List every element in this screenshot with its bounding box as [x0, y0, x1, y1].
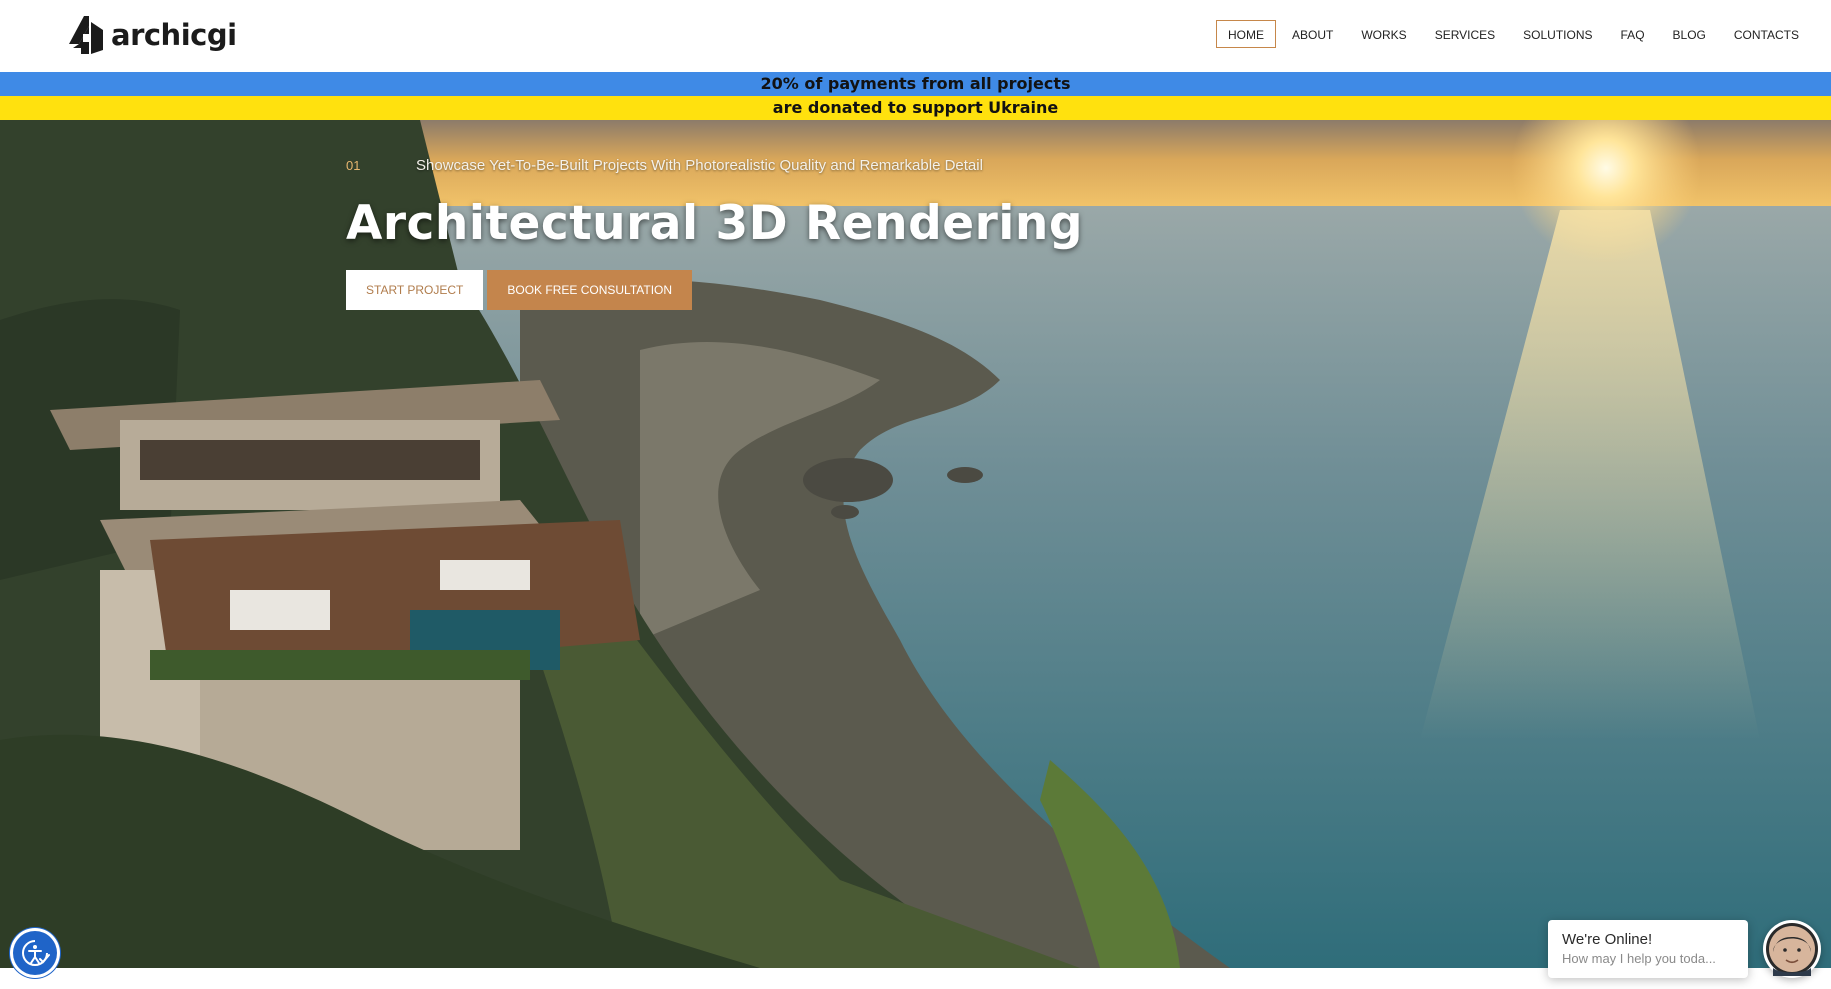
book-consultation-button[interactable]: BOOK FREE CONSULTATION: [487, 270, 693, 310]
start-project-button[interactable]: START PROJECT: [346, 270, 484, 310]
site-header: archicgi HOME ABOUT WORKS SERVICES SOLUT…: [0, 0, 1831, 72]
accessibility-button[interactable]: [13, 931, 57, 975]
ukraine-support-banner[interactable]: 20% of payments from all projects are do…: [0, 72, 1831, 120]
hero-cta-group: START PROJECT BOOK FREE CONSULTATION: [346, 270, 1083, 310]
chat-status: We're Online!: [1562, 931, 1653, 948]
nav-faq[interactable]: FAQ: [1609, 20, 1657, 48]
nav-blog[interactable]: BLOG: [1661, 20, 1718, 48]
chat-prompt: How may I help you toda...: [1562, 951, 1716, 966]
main-nav: HOME ABOUT WORKS SERVICES SOLUTIONS FAQ …: [1216, 19, 1811, 49]
slide-number: 01: [346, 157, 361, 173]
nav-about[interactable]: ABOUT: [1280, 20, 1345, 48]
banner-line-2: are donated to support Ukraine: [0, 96, 1831, 120]
slide-info: 01 Showcase Yet-To-Be-Built Projects Wit…: [346, 150, 1083, 180]
hero-section: 01 Showcase Yet-To-Be-Built Projects Wit…: [0, 120, 1831, 968]
nav-solutions[interactable]: SOLUTIONS: [1511, 20, 1604, 48]
nav-contacts[interactable]: CONTACTS: [1722, 20, 1811, 48]
accessibility-icon: [22, 940, 50, 966]
chat-widget-bubble[interactable]: We're Online! How may I help you toda...: [1548, 920, 1748, 978]
archicgi-logo-icon: [69, 16, 103, 54]
nav-home[interactable]: HOME: [1216, 20, 1276, 48]
hero-tagline: Showcase Yet-To-Be-Built Projects With P…: [416, 156, 983, 174]
banner-line-1: 20% of payments from all projects: [0, 72, 1831, 96]
agent-avatar-icon: [1766, 923, 1818, 976]
logo-text: archicgi: [111, 18, 237, 52]
hero-content: 01 Showcase Yet-To-Be-Built Projects Wit…: [346, 150, 1083, 310]
nav-works[interactable]: WORKS: [1349, 20, 1418, 48]
chat-avatar-button[interactable]: [1763, 920, 1821, 978]
nav-services[interactable]: SERVICES: [1423, 20, 1507, 48]
logo-link[interactable]: archicgi: [67, 14, 237, 56]
hero-title: Architectural 3D Rendering: [346, 196, 1084, 251]
